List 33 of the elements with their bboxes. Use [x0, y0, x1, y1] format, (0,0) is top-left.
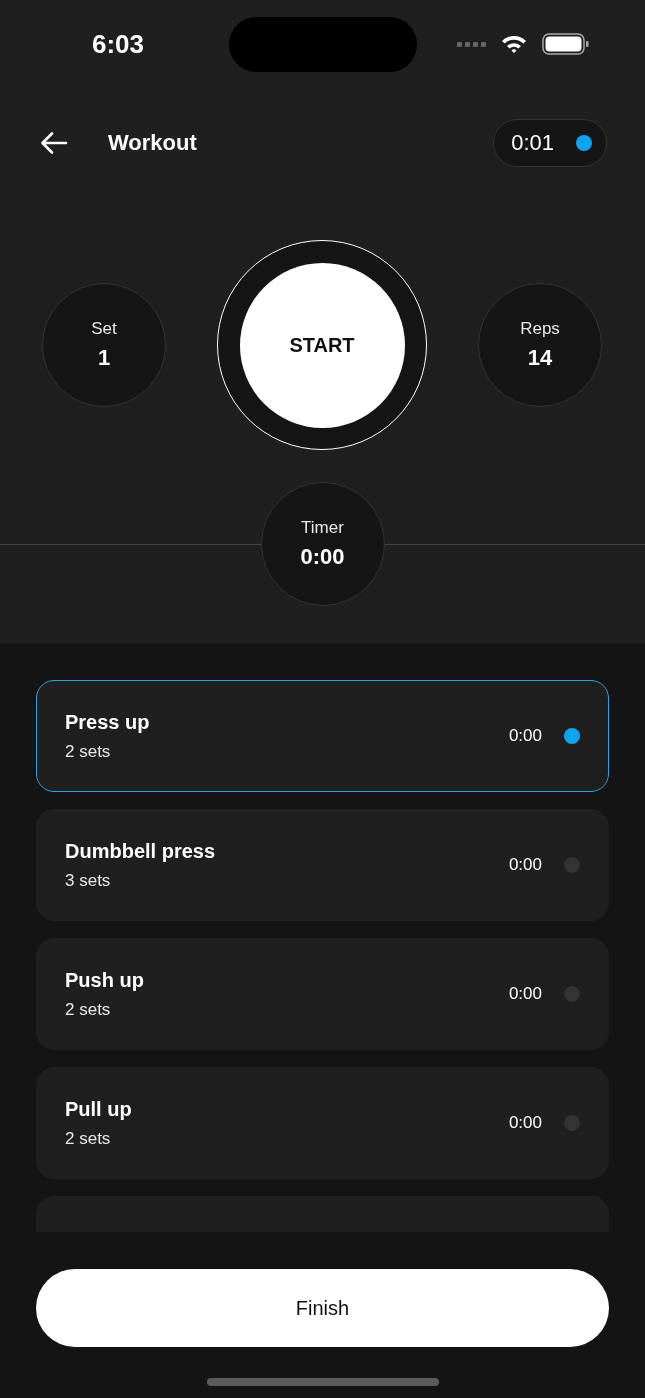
exercise-time: 0:00: [508, 855, 542, 875]
stat-label: Reps: [520, 319, 560, 339]
exercise-sets: 2 sets: [65, 1128, 112, 1149]
back-arrow-icon[interactable]: [40, 131, 68, 155]
finish-button[interactable]: Finish: [36, 1269, 609, 1347]
exercise-card[interactable]: Dumbbell press 3 sets 0:00: [36, 809, 609, 921]
exercise-name: Pull up: [65, 1097, 133, 1121]
wifi-icon: [500, 33, 528, 55]
stat-label: Set: [91, 319, 117, 339]
recording-dot: [576, 135, 592, 151]
exercise-time: 0:00: [508, 1113, 542, 1133]
screen-title: Workout: [108, 130, 197, 156]
status-time: 6:03: [92, 28, 146, 60]
stat-label: Timer: [301, 518, 344, 538]
exercise-sets: 2 sets: [65, 999, 112, 1020]
signal-icon: [457, 41, 486, 47]
exercise-card[interactable]: Pull up 2 sets 0:00: [36, 1067, 609, 1179]
stat-value: 0:00: [300, 544, 345, 570]
exercise-name: Press up: [65, 710, 151, 734]
exercise-name: Dumbbell press: [65, 839, 217, 863]
exercise-card[interactable]: Push up 2 sets 0:00: [36, 938, 609, 1050]
exercise-sets: 2 sets: [65, 741, 112, 762]
exercise-sets: 3 sets: [65, 870, 112, 891]
exercise-card[interactable]: Press up 2 sets 0:00: [36, 680, 609, 792]
exercise-time: 0:00: [508, 984, 542, 1004]
stat-value: 1: [97, 345, 111, 371]
exercise-name: Push up: [65, 968, 145, 992]
exercise-time: 0:00: [508, 726, 542, 746]
start-button[interactable]: START: [239, 262, 405, 428]
elapsed-time: 0:01: [511, 130, 554, 156]
battery-icon: [542, 33, 589, 55]
stat-value: 14: [527, 345, 553, 371]
status-dot: [564, 728, 580, 744]
